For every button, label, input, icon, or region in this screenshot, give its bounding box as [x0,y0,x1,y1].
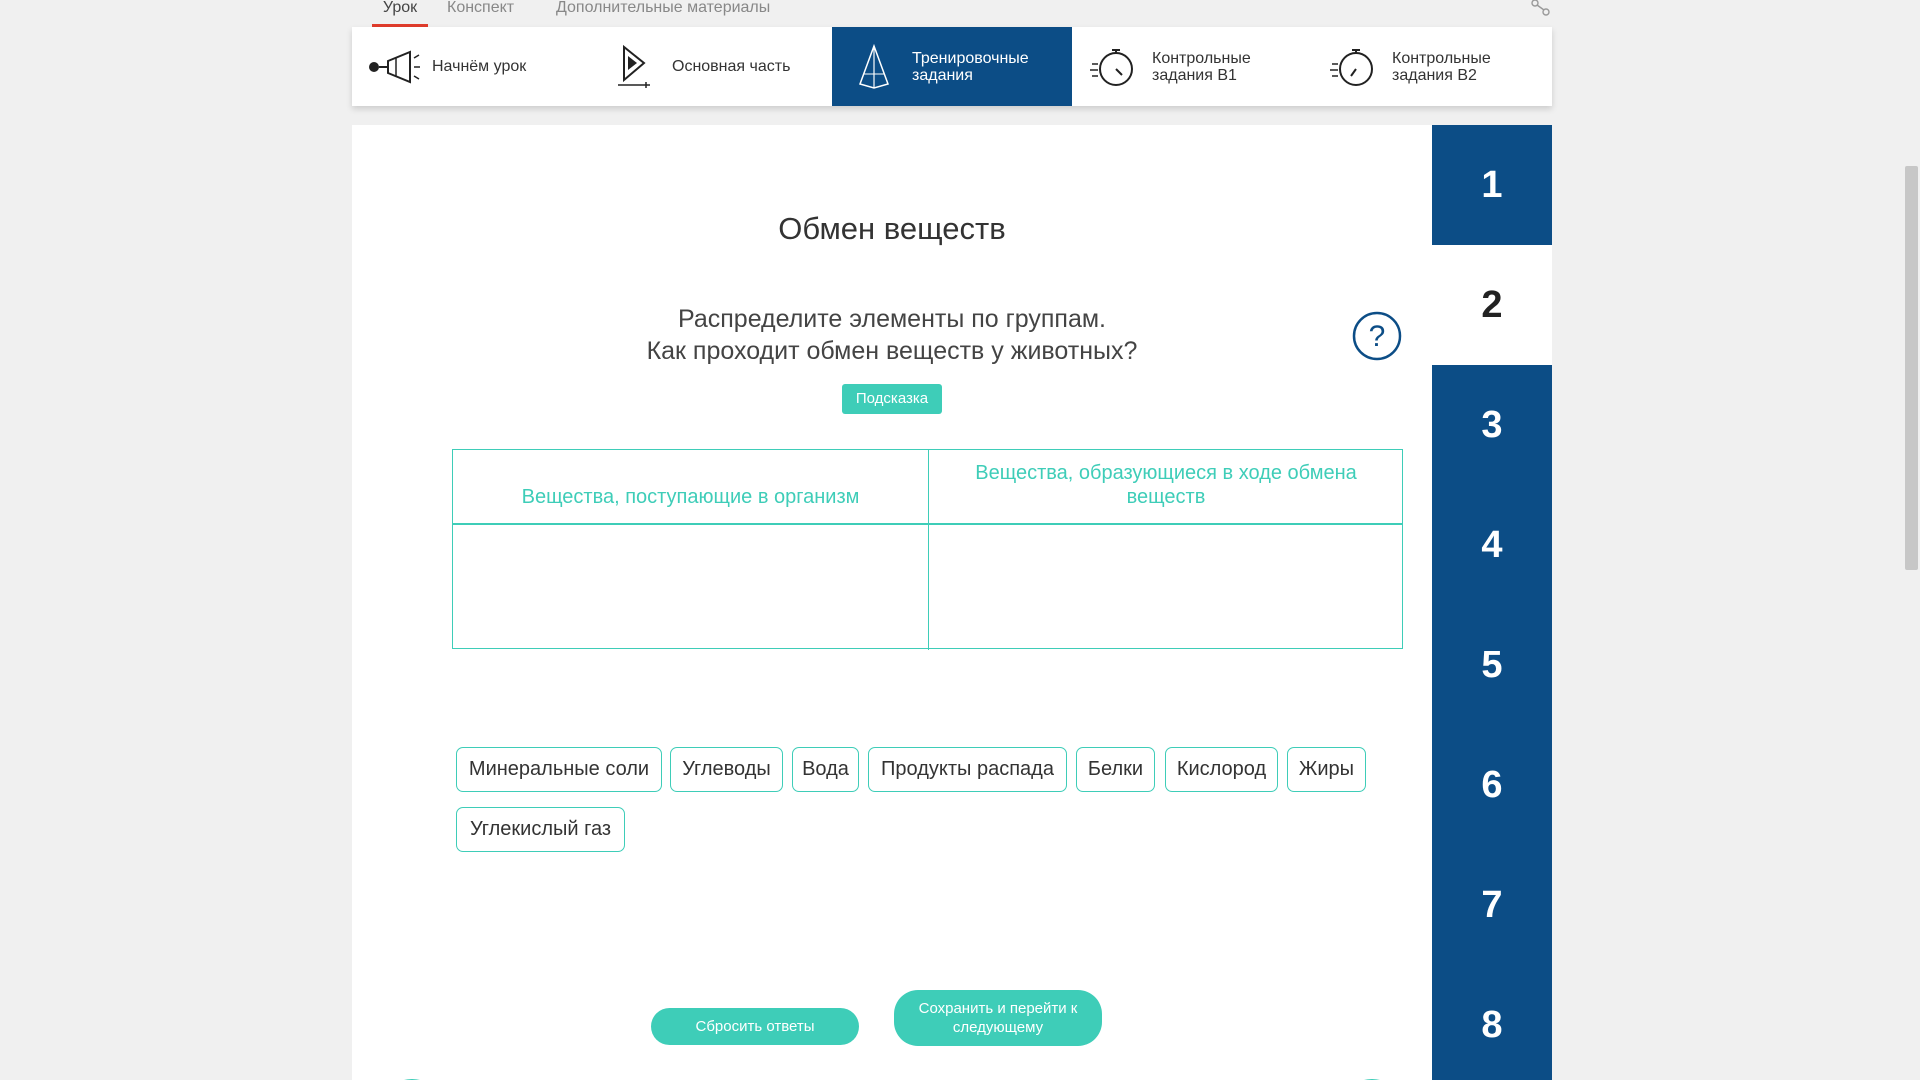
section-start-lesson[interactable]: Начнём урок [352,27,592,106]
svg-text:?: ? [1369,320,1386,353]
section-training-tasks[interactable]: Тренировочные задания [832,27,1072,106]
save-next-button[interactable]: Сохранить и перейти к следующему [894,990,1102,1046]
section-label: Основная часть [672,58,791,75]
chip-carbon-dioxide[interactable]: Углекислый газ [456,807,625,852]
drop-column-incoming[interactable]: Вещества, поступающие в организм [453,450,928,650]
top-tabs: Урок Конспект Дополнительные материалы [0,0,1920,27]
section-label: Тренировочные задания [912,49,1029,84]
task-number-7[interactable]: 7 [1432,845,1552,965]
megaphone-icon [369,50,420,83]
sorting-table: Вещества, поступающие в организм Веществ… [452,449,1403,650]
tab-additional-materials[interactable]: Дополнительные материалы [556,0,770,27]
task-question: Распределите элементы по группам. Как пр… [352,303,1432,367]
task-number-1[interactable]: 1 [1432,125,1552,245]
tab-lesson[interactable]: Урок [372,0,428,27]
chip-carbohydrates[interactable]: Углеводы [670,747,783,792]
chip-mineral-salts[interactable]: Минеральные соли [456,747,662,792]
chip-proteins[interactable]: Белки [1076,747,1155,792]
section-nav: Начнём урок Основная часть Тренировочные… [352,27,1552,106]
section-main-part[interactable]: Основная часть [592,27,832,106]
task-number-3[interactable]: 3 [1432,365,1552,485]
hint-button[interactable]: Подсказка [842,384,942,414]
section-label: Начнём урок [432,58,527,75]
column-header: Вещества, образующиеся в ходе обмена вещ… [929,450,1403,525]
task-panel: Обмен веществ Распределите элементы по г… [352,125,1432,1080]
task-number-nav: 1 2 3 4 5 6 7 8 [1432,125,1552,1080]
column-header: Вещества, поступающие в организм [453,450,928,525]
section-label: Контрольные задания В1 [1152,49,1251,84]
question-line-1: Распределите элементы по группам. [678,305,1106,333]
task-number-2[interactable]: 2 [1432,245,1552,365]
scrollbar-thumb[interactable] [1905,166,1918,570]
settings-icon[interactable] [1529,0,1553,18]
question-line-2: Как проходит обмен веществ у животных? [646,337,1138,365]
next-arrow-icon[interactable] [1352,1075,1392,1080]
task-title: Обмен веществ [778,211,1006,246]
section-label: Контрольные задания В2 [1392,49,1491,84]
chip-water[interactable]: Вода [792,747,859,792]
chip-decay-products[interactable]: Продукты распада [868,747,1067,792]
task-number-5[interactable]: 5 [1432,605,1552,725]
tab-summary[interactable]: Конспект [447,0,514,27]
task-number-8[interactable]: 8 [1432,965,1552,1080]
task-number-6[interactable]: 6 [1432,725,1552,845]
chip-fats[interactable]: Жиры [1287,747,1366,792]
chip-oxygen[interactable]: Кислород [1165,747,1278,792]
help-icon[interactable]: ? [1351,310,1403,362]
section-control-b2[interactable]: Контрольные задания В2 [1312,27,1552,106]
reset-answers-button[interactable]: Сбросить ответы [651,1008,859,1045]
prev-arrow-icon[interactable] [392,1075,432,1080]
section-control-b1[interactable]: Контрольные задания В1 [1072,27,1312,106]
drop-column-produced[interactable]: Вещества, образующиеся в ходе обмена вещ… [928,450,1403,650]
task-number-4[interactable]: 4 [1432,485,1552,605]
play-icon [618,44,650,88]
pyramid-icon [859,43,889,89]
stopwatch-icon [1090,48,1133,86]
stopwatch-icon [1330,48,1373,86]
